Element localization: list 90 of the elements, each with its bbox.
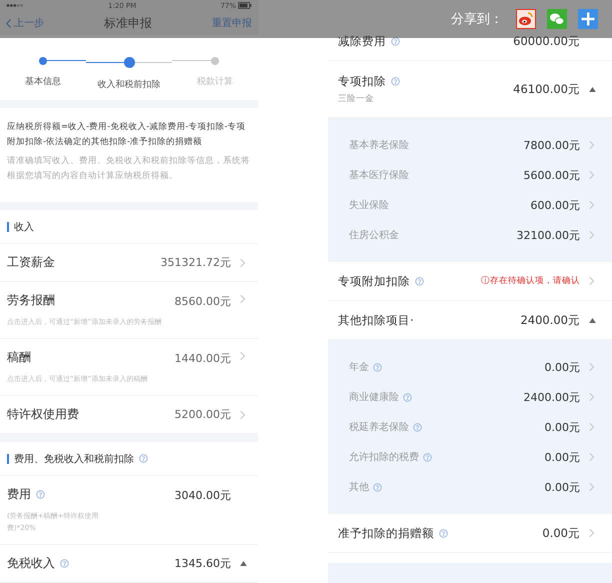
chevron-icon[interactable] [240, 410, 246, 420]
item-value: 0.00元 [542, 526, 580, 540]
sub-item-label: 基本养老保险 [349, 138, 409, 152]
help-icon[interactable] [423, 452, 432, 462]
caret-icon[interactable] [588, 86, 596, 92]
help-icon[interactable] [36, 490, 45, 499]
wechat-share-icon[interactable] [547, 9, 567, 29]
item-note: 三险一金 [338, 92, 375, 104]
battery-icon [238, 2, 252, 10]
chevron-icon[interactable] [240, 351, 246, 362]
help-icon[interactable] [139, 454, 148, 464]
section-marker [7, 222, 9, 232]
item-value: 8560.00元 [174, 294, 231, 310]
formula-text: 应纳税所得额=收入-费用-免税收入-减除费用-专项扣除-专项附加扣除-依法确定的其他扣除-准予扣除的捐赠额 [7, 120, 246, 150]
help-icon[interactable] [439, 528, 448, 538]
chevron-icon[interactable] [589, 200, 595, 210]
chevron-icon[interactable] [240, 294, 246, 304]
chevron-icon[interactable] [589, 140, 595, 150]
item-label: 免税收入 [7, 555, 55, 572]
item-label: 劳务报酬 [7, 292, 55, 310]
step-label: 基本信息 [25, 76, 61, 88]
back-button[interactable]: 上一步 [6, 16, 44, 30]
sub-item-value: 5600.00元 [524, 168, 580, 182]
chevron-icon[interactable] [589, 528, 595, 538]
back-chevron-icon [6, 18, 11, 28]
item-value: 46100.00元 [513, 82, 580, 96]
item-label: 减除费用 [338, 34, 386, 48]
chevron-icon[interactable] [589, 170, 595, 180]
sub-item-label: 失业保险 [349, 198, 389, 212]
share-label: 分享到： [451, 11, 503, 28]
chevron-icon[interactable] [589, 422, 595, 432]
sub-item-value: 7800.00元 [524, 138, 580, 152]
sub-item-label: 商业健康险 [349, 390, 399, 404]
section-title: 费用、免税收入和税前扣除 [14, 452, 134, 466]
caret-icon[interactable] [588, 318, 596, 322]
chevron-icon[interactable] [240, 258, 246, 268]
help-icon[interactable] [60, 559, 69, 568]
item-value: 351321.72元 [160, 255, 231, 270]
item-value: 3040.00元 [174, 488, 231, 503]
help-icon[interactable] [391, 76, 400, 86]
hint-text: 请准确填写收入、费用、免税收入和税前扣除等信息，系统将根据您填写的内容自动计算应纳税所得额。 [7, 154, 251, 184]
chevron-icon[interactable] [589, 482, 595, 492]
sub-item-value: 0.00元 [544, 480, 580, 494]
sub-item-label: 基本医疗保险 [349, 168, 409, 182]
sub-item-value: 32100.00元 [516, 228, 580, 242]
sub-item-label: 其他 [349, 480, 369, 494]
sub-item-value: 0.00元 [544, 420, 580, 434]
reset-button[interactable]: 重置申报 [212, 16, 252, 30]
sub-item-value: 600.00元 [530, 198, 580, 212]
sub-item-label: 税延养老保险 [349, 420, 409, 434]
item-value: 5200.00元 [174, 407, 231, 422]
section-marker [7, 454, 9, 464]
help-icon[interactable] [415, 276, 424, 286]
item-value: 60000.00元 [513, 34, 580, 48]
item-label: 专项附加扣除 [338, 274, 410, 288]
signal-icon [6, 3, 24, 8]
help-icon[interactable] [413, 422, 422, 432]
help-icon[interactable] [403, 392, 412, 402]
item-label: 特许权使用费 [7, 406, 79, 424]
sub-item-label: 年金 [349, 361, 369, 374]
caret-icon[interactable] [240, 561, 246, 566]
chevron-icon[interactable] [589, 362, 595, 372]
warning-text: ⓘ存在待确认项，请确认 [481, 275, 580, 287]
sub-item-value: 0.00元 [544, 360, 580, 374]
item-label: 工资薪金 [7, 254, 55, 272]
step-label: 收入和税前扣除 [98, 78, 160, 91]
plus-icon[interactable] [578, 9, 598, 29]
help-icon[interactable] [391, 36, 400, 46]
item-label: 准予扣除的捐赠额 [338, 526, 434, 540]
item-value: 2400.00元 [520, 312, 580, 328]
item-label: 费用 [7, 486, 31, 503]
chevron-icon[interactable] [589, 452, 595, 462]
chevron-icon[interactable] [589, 276, 595, 286]
sub-item-value: 2400.00元 [524, 390, 580, 404]
weibo-share-icon[interactable] [516, 9, 536, 29]
sub-item-value: 0.00元 [544, 450, 580, 464]
help-icon[interactable] [373, 362, 382, 372]
item-value: 1345.60元 [174, 556, 231, 571]
item-label: 专项扣除 [338, 74, 386, 88]
chevron-icon[interactable] [589, 392, 595, 402]
item-label: 稿酬 [7, 349, 31, 366]
page-title: 标准申报 [104, 14, 152, 32]
step-label: 税款计算 [197, 76, 233, 88]
chevron-icon[interactable] [589, 230, 595, 240]
item-label: 其他扣除项目· [338, 312, 414, 328]
item-value: 1440.00元 [174, 351, 231, 366]
section-title: 收入 [14, 220, 34, 234]
sub-item-label: 住房公积金 [349, 228, 399, 242]
sub-item-label: 允许扣除的税费 [349, 450, 419, 464]
help-icon[interactable] [373, 482, 382, 492]
